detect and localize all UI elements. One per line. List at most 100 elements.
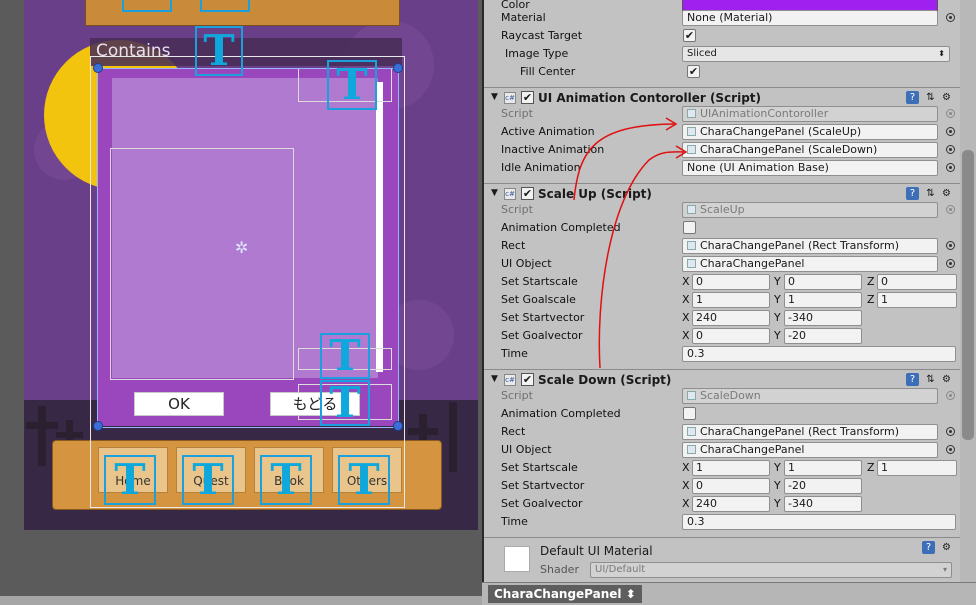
- help-book-icon[interactable]: ?: [906, 187, 919, 200]
- ui-object-field[interactable]: CharaChangePanel: [682, 256, 938, 272]
- preset-icon[interactable]: ⇅: [924, 373, 937, 386]
- object-picker-icon[interactable]: [946, 13, 955, 22]
- rect-label: Rect: [501, 239, 526, 252]
- resize-handle[interactable]: [93, 421, 103, 431]
- resize-handle[interactable]: [393, 63, 403, 73]
- startvector-y-input[interactable]: -340: [784, 310, 862, 326]
- preset-icon[interactable]: ⇅: [924, 91, 937, 104]
- text-gizmo-icon: T: [338, 455, 390, 505]
- image-type-select[interactable]: Sliced ⬍: [682, 46, 950, 62]
- idle-animation-field[interactable]: None (UI Animation Base): [682, 160, 938, 176]
- gear-icon[interactable]: ⚙: [940, 91, 953, 104]
- rect-transform-icon: [687, 241, 696, 250]
- rect-field[interactable]: CharaChangePanel (Rect Transform): [682, 238, 938, 254]
- animation-completed-label: Animation Completed: [501, 221, 621, 234]
- material-preview: [504, 546, 530, 572]
- object-picker-icon[interactable]: [946, 445, 955, 454]
- pivot-icon[interactable]: ✲: [235, 238, 248, 257]
- inspector-scrollbar[interactable]: [960, 0, 976, 590]
- startscale-z-input[interactable]: 1: [877, 460, 957, 476]
- fill-center-label: Fill Center: [520, 65, 576, 78]
- scale-up-goalscale-row: Set Goalscale X 1 Y 1 Z 1: [484, 291, 960, 309]
- object-picker-icon[interactable]: [946, 127, 955, 136]
- shader-select[interactable]: UI/Default ▾: [590, 562, 952, 578]
- image-type-value: Sliced: [687, 48, 717, 59]
- startscale-x-input[interactable]: 1: [692, 460, 770, 476]
- gear-icon[interactable]: ⚙: [940, 373, 953, 386]
- object-picker-icon[interactable]: [946, 259, 955, 268]
- component-title: UI Animation Contoroller (Script): [538, 91, 762, 105]
- ui-object-field[interactable]: CharaChangePanel: [682, 442, 938, 458]
- text-gizmo-icon: T: [182, 455, 234, 505]
- resize-handle[interactable]: [93, 63, 103, 73]
- preview-bar: CharaChangePanel ⬍: [482, 582, 976, 605]
- scene-view[interactable]: Contains OK もどる Home Quest Book Others ✲…: [0, 0, 482, 605]
- script-icon: c#: [504, 188, 516, 200]
- goalscale-z-input[interactable]: 1: [877, 292, 957, 308]
- scale-up-header[interactable]: ▼ c# ✔ Scale Up (Script) ? ⇅ ⚙: [484, 183, 960, 203]
- material-field[interactable]: None (Material): [682, 10, 938, 26]
- object-picker-icon[interactable]: [946, 427, 955, 436]
- goalvector-y-input[interactable]: -20: [784, 328, 862, 344]
- raycast-checkbox[interactable]: ✔: [683, 29, 696, 42]
- foldout-arrow-icon[interactable]: ▼: [491, 188, 498, 198]
- animation-completed-checkbox[interactable]: [683, 407, 696, 420]
- object-picker-icon[interactable]: [946, 145, 955, 154]
- gear-icon[interactable]: ⚙: [940, 187, 953, 200]
- scale-up-time-row: Time 0.3: [484, 345, 960, 363]
- selected-object-name: CharaChangePanel: [494, 587, 622, 601]
- rect-field[interactable]: CharaChangePanel (Rect Transform): [682, 424, 938, 440]
- axis-x-label: X: [682, 293, 690, 306]
- scale-down-header[interactable]: ▼ c# ✔ Scale Down (Script) ? ⇅ ⚙: [484, 369, 960, 389]
- scroll-thumb[interactable]: [962, 150, 974, 440]
- object-picker-icon: [946, 391, 955, 400]
- fill-center-checkbox[interactable]: ✔: [687, 65, 700, 78]
- ui-animation-header[interactable]: ▼ c# ✔ UI Animation Contoroller (Script)…: [484, 87, 960, 107]
- help-book-icon[interactable]: ?: [906, 91, 919, 104]
- image-type-label: Image Type: [505, 47, 569, 60]
- script-label: Script: [501, 203, 533, 216]
- foldout-arrow-icon[interactable]: ▼: [491, 374, 498, 384]
- startvector-x-input[interactable]: 240: [692, 310, 770, 326]
- gear-icon[interactable]: ⚙: [940, 541, 953, 554]
- goalvector-label: Set Goalvector: [501, 329, 583, 342]
- goalscale-x-input[interactable]: 1: [692, 292, 770, 308]
- preset-icon[interactable]: ⇅: [924, 187, 937, 200]
- resize-handle[interactable]: [393, 421, 403, 431]
- object-picker-icon[interactable]: [946, 241, 955, 250]
- goalvector-y-input[interactable]: -340: [784, 496, 862, 512]
- inspector-panel[interactable]: Color Material None (Material) Raycast T…: [482, 0, 976, 605]
- selected-object-title[interactable]: CharaChangePanel ⬍: [488, 585, 642, 603]
- startscale-x-input[interactable]: 0: [692, 274, 770, 290]
- time-input[interactable]: 0.3: [682, 346, 956, 362]
- component-enable-checkbox[interactable]: ✔: [521, 373, 534, 386]
- time-input[interactable]: 0.3: [682, 514, 956, 530]
- animation-completed-checkbox[interactable]: [683, 221, 696, 234]
- component-enable-checkbox[interactable]: ✔: [521, 91, 534, 104]
- startscale-y-input[interactable]: 1: [784, 460, 862, 476]
- foldout-arrow-icon[interactable]: ▼: [491, 92, 498, 102]
- scale-down-rect-row: Rect CharaChangePanel (Rect Transform): [484, 423, 960, 441]
- goalvector-x-input[interactable]: 0: [692, 328, 770, 344]
- goalvector-x-input[interactable]: 240: [692, 496, 770, 512]
- goalscale-y-input[interactable]: 1: [784, 292, 862, 308]
- startscale-y-input[interactable]: 0: [784, 274, 862, 290]
- help-book-icon[interactable]: ?: [922, 541, 935, 554]
- axis-y-label: Y: [774, 461, 781, 474]
- inactive-animation-field[interactable]: CharaChangePanel (ScaleDown): [682, 142, 938, 158]
- script-asset-icon: [687, 205, 696, 214]
- script-label: Script: [501, 389, 533, 402]
- active-animation-field[interactable]: CharaChangePanel (ScaleUp): [682, 124, 938, 140]
- object-picker-icon[interactable]: [946, 163, 955, 172]
- component-enable-checkbox[interactable]: ✔: [521, 187, 534, 200]
- rect-value: CharaChangePanel (Rect Transform): [700, 425, 900, 438]
- startvector-y-input[interactable]: -20: [784, 478, 862, 494]
- startscale-z-input[interactable]: 0: [877, 274, 957, 290]
- active-animation-label: Active Animation: [501, 125, 595, 138]
- text-gizmo-icon: T: [320, 333, 370, 379]
- header-icons: ? ⇅ ⚙: [906, 373, 956, 387]
- scale-up-startvector-row: Set Startvector X 240 Y -340: [484, 309, 960, 327]
- help-book-icon[interactable]: ?: [906, 373, 919, 386]
- startvector-x-input[interactable]: 0: [692, 478, 770, 494]
- active-animation-value: CharaChangePanel (ScaleUp): [700, 125, 862, 138]
